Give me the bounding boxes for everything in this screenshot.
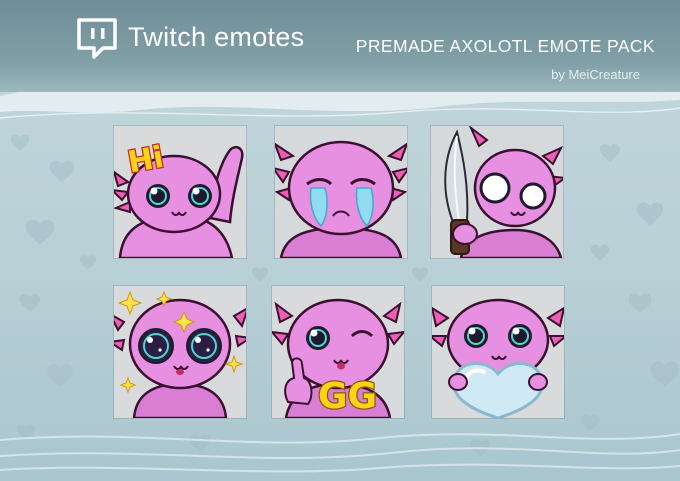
svg-text:GG: GG xyxy=(318,376,377,417)
twitch-logo-icon xyxy=(77,18,117,67)
axolotl-knife-illustration xyxy=(431,126,563,258)
emote-crying xyxy=(275,126,407,258)
emote-sparkle-eyes xyxy=(114,286,246,418)
gg-text-art: GG xyxy=(317,375,379,418)
axolotl-hi-illustration: Hi xyxy=(114,126,246,258)
bottom-wave-lines xyxy=(0,433,680,473)
emote-knife xyxy=(431,126,563,258)
axolotl-crying-illustration xyxy=(275,126,407,258)
emote-heart xyxy=(432,286,564,418)
axolotl-gg-illustration: GG xyxy=(272,286,404,418)
hi-text-art: Hi xyxy=(124,139,167,182)
axolotl-sparkle-illustration xyxy=(114,286,246,418)
axolotl-heart-illustration xyxy=(432,286,564,418)
promo-canvas: Twitch emotes PREMADE AXOLOTL EMOTE PACK… xyxy=(0,0,680,481)
artist-byline: by MeiCreature xyxy=(551,67,640,82)
emote-gg-wink: GG xyxy=(272,286,404,418)
pack-title: PREMADE AXOLOTL EMOTE PACK xyxy=(355,36,655,56)
header-banner: Twitch emotes PREMADE AXOLOTL EMOTE PACK… xyxy=(0,0,680,92)
emote-hi-wave: Hi xyxy=(114,126,246,258)
header-title: Twitch emotes xyxy=(128,22,305,52)
svg-text:Hi: Hi xyxy=(125,140,166,181)
